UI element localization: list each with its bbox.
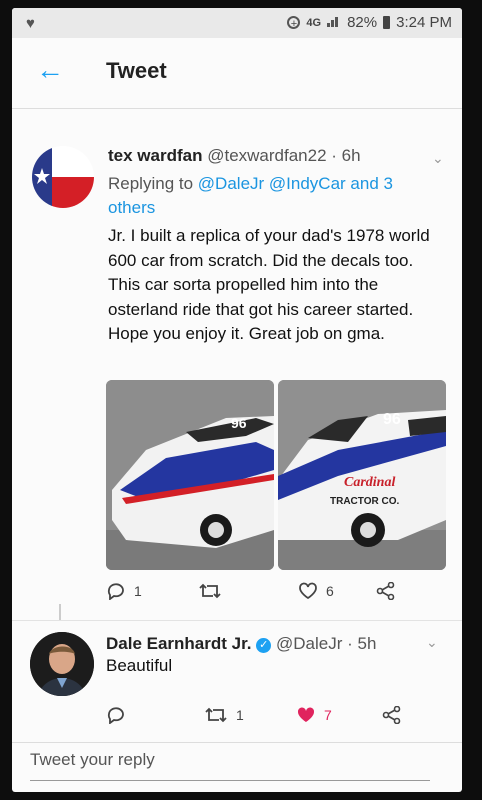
divider	[12, 742, 462, 743]
share-icon	[376, 582, 395, 600]
chevron-down-icon[interactable]: ⌄	[432, 150, 444, 167]
tweet-age: · 5h	[347, 634, 377, 653]
like-count: 6	[326, 583, 334, 599]
retweet-count: 1	[236, 707, 244, 723]
user-handle[interactable]: @texwardfan22	[207, 146, 326, 165]
like-button[interactable]: 6	[298, 582, 334, 600]
data-saver-icon: +	[287, 16, 301, 30]
avatar[interactable]	[32, 146, 94, 208]
sponsor-text: Cardinal	[344, 475, 395, 490]
reply-header: Dale Earnhardt Jr. ✓ @DaleJr · 5h	[106, 634, 376, 654]
reply-icon	[107, 707, 124, 724]
like-count: 7	[324, 707, 332, 723]
avatar[interactable]	[30, 632, 94, 696]
replying-prefix: Replying to	[108, 174, 194, 193]
clock: 3:24 PM	[396, 14, 452, 31]
reply-count: 1	[134, 583, 142, 599]
retweet-icon	[199, 583, 221, 599]
tweet-media: 96 96 Cardinal TRACTOR CO.	[106, 380, 446, 570]
heart-notification-icon: ♥	[26, 15, 35, 32]
share-button[interactable]	[382, 706, 402, 724]
battery-percent: 82%	[347, 14, 378, 31]
user-handle[interactable]: @DaleJr	[276, 634, 342, 653]
tweet-header: tex wardfan @texwardfan22 · 6h	[108, 146, 361, 166]
car-number-text: 96	[231, 415, 247, 431]
like-button[interactable]: 7	[296, 706, 332, 724]
retweet-button[interactable]	[198, 582, 230, 600]
retweet-icon	[205, 707, 227, 723]
signal-bars-icon	[327, 14, 341, 31]
car-photo-side[interactable]: 96 Cardinal TRACTOR CO.	[278, 380, 446, 570]
signal-label: 4G	[306, 16, 322, 29]
reply-actions: 1 7	[106, 706, 406, 734]
tweet-age: · 6h	[331, 146, 361, 165]
display-name[interactable]: tex wardfan	[108, 146, 202, 165]
replying-to: Replying to @DaleJr @IndyCar and 3 other…	[108, 172, 438, 220]
back-arrow-icon[interactable]: ←	[36, 56, 64, 84]
battery-icon	[383, 16, 391, 29]
tweet-text: Jr. I built a replica of your dad's 1978…	[108, 226, 430, 343]
reply-button[interactable]	[106, 706, 134, 724]
display-name[interactable]: Dale Earnhardt Jr.	[106, 634, 252, 653]
heart-icon	[299, 582, 317, 600]
input-underline	[30, 780, 430, 781]
thread-line	[59, 604, 61, 620]
status-bar: ♥ + 4G 82% 3:24 PM	[12, 8, 462, 38]
phone-screen: ♥ + 4G 82% 3:24 PM ← Tweet tex wardfan @…	[12, 8, 462, 792]
sponsor-sub-text: TRACTOR CO.	[330, 496, 399, 507]
tweet-reply-input[interactable]: Tweet your reply	[30, 750, 155, 770]
reply-button[interactable]: 1	[106, 582, 142, 600]
tweet-actions: 1 6	[106, 582, 406, 610]
reply-text: Beautiful	[106, 656, 173, 675]
verified-badge-icon: ✓	[256, 638, 272, 653]
heart-filled-icon	[297, 707, 315, 722]
reply-icon	[107, 583, 124, 600]
car-number-text: 96	[383, 411, 401, 428]
car-photo-front[interactable]: 96	[106, 380, 274, 570]
share-icon	[382, 706, 401, 724]
divider	[12, 620, 462, 621]
share-button[interactable]	[376, 582, 396, 600]
app-bar: ← Tweet	[12, 38, 462, 109]
retweet-button[interactable]: 1	[204, 706, 244, 724]
page-title: Tweet	[106, 58, 167, 83]
chevron-down-icon[interactable]: ⌄	[426, 634, 438, 651]
